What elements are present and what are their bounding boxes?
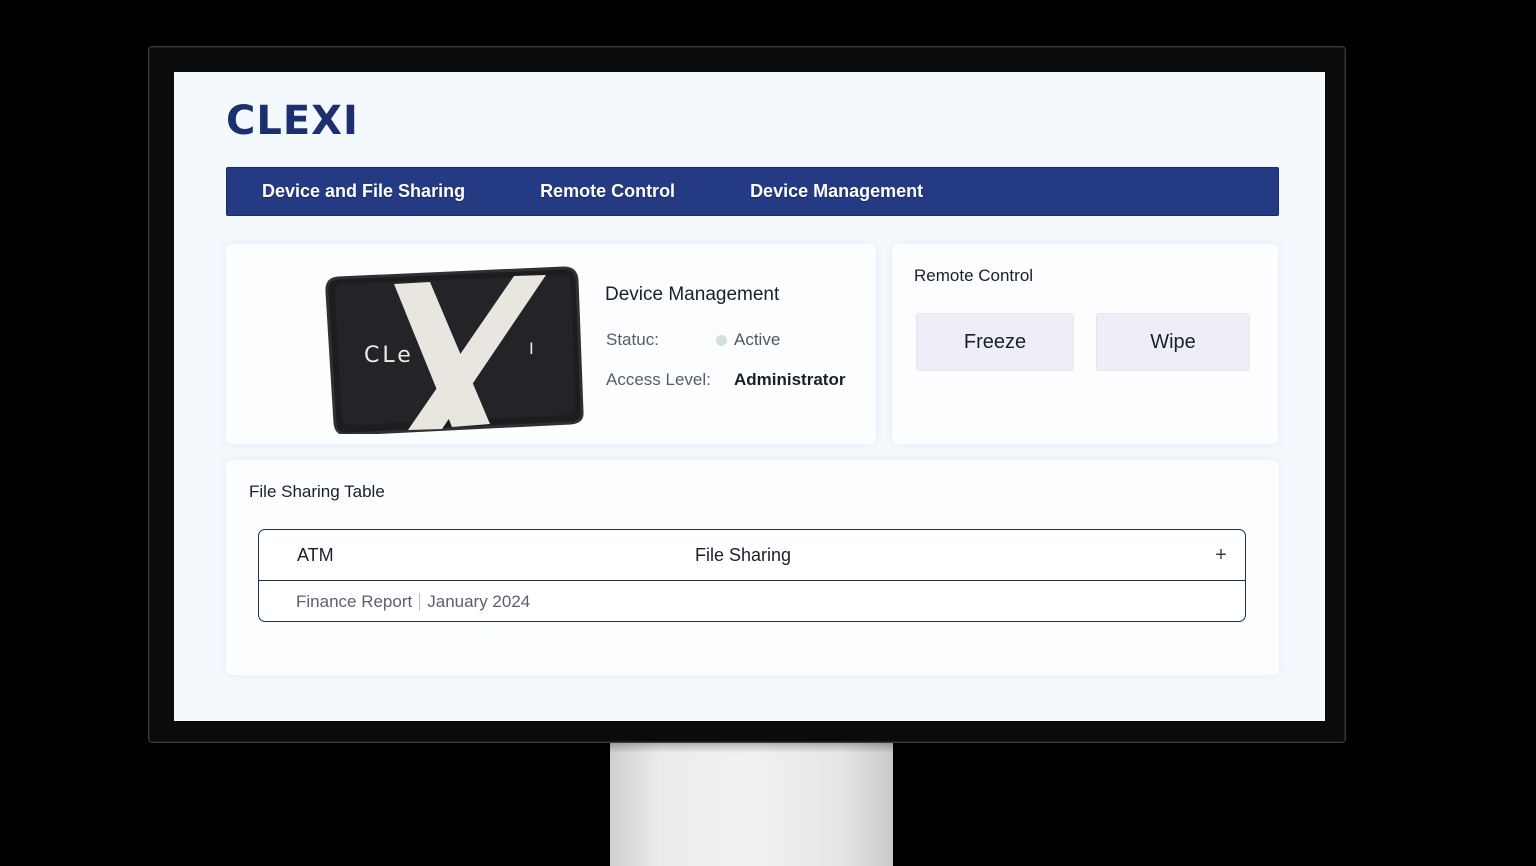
table-header: ATM File Sharing + (259, 530, 1245, 581)
device-management-title: Device Management (605, 284, 780, 305)
device-image-text-right: I (529, 339, 534, 358)
file-sharing-table-title: File Sharing Table (249, 482, 385, 501)
remote-control-title: Remote Control (914, 266, 1034, 285)
monitor-stand-shadow (610, 743, 893, 753)
row-divider (419, 593, 421, 611)
table-row[interactable]: Finance Report January 2024 (259, 582, 1245, 621)
nav-item-device-management[interactable]: Device Management (750, 181, 923, 202)
device-image-text-left: CLe (364, 343, 414, 368)
column-header-atm: ATM (297, 545, 334, 565)
file-sharing-card: File Sharing Table ATM File Sharing + Fi… (226, 460, 1279, 675)
device-image: CLe I (325, 266, 584, 434)
add-file-button[interactable]: + (1211, 543, 1231, 567)
nav-item-device-and-file-sharing[interactable]: Device and File Sharing (262, 181, 465, 202)
file-date: January 2024 (427, 592, 531, 611)
device-management-card: CLe I Device Management Statuc: Active A… (226, 244, 876, 444)
main-nav: Device and File Sharing Remote Control D… (226, 167, 1279, 216)
remote-control-card: Remote Control Freeze Wipe (892, 244, 1278, 444)
nav-item-remote-control[interactable]: Remote Control (540, 181, 675, 202)
column-header-file-sharing: File Sharing (695, 545, 792, 565)
file-name: Finance Report (296, 592, 413, 611)
status-indicator-dot (716, 335, 727, 346)
app-logo: CLEXI (226, 98, 359, 144)
status-label: Statuc: (606, 330, 659, 349)
monitor-stand (610, 743, 893, 866)
file-sharing-table: ATM File Sharing + Finance Report Januar… (258, 529, 1246, 622)
access-level-value: Administrator (734, 370, 846, 389)
wipe-button[interactable]: Wipe (1096, 313, 1250, 371)
monitor-screen: CLEXI Device and File Sharing Remote Con… (174, 72, 1325, 721)
freeze-button[interactable]: Freeze (916, 313, 1074, 371)
status-value: Active (734, 330, 781, 349)
access-level-label: Access Level: (606, 370, 711, 389)
